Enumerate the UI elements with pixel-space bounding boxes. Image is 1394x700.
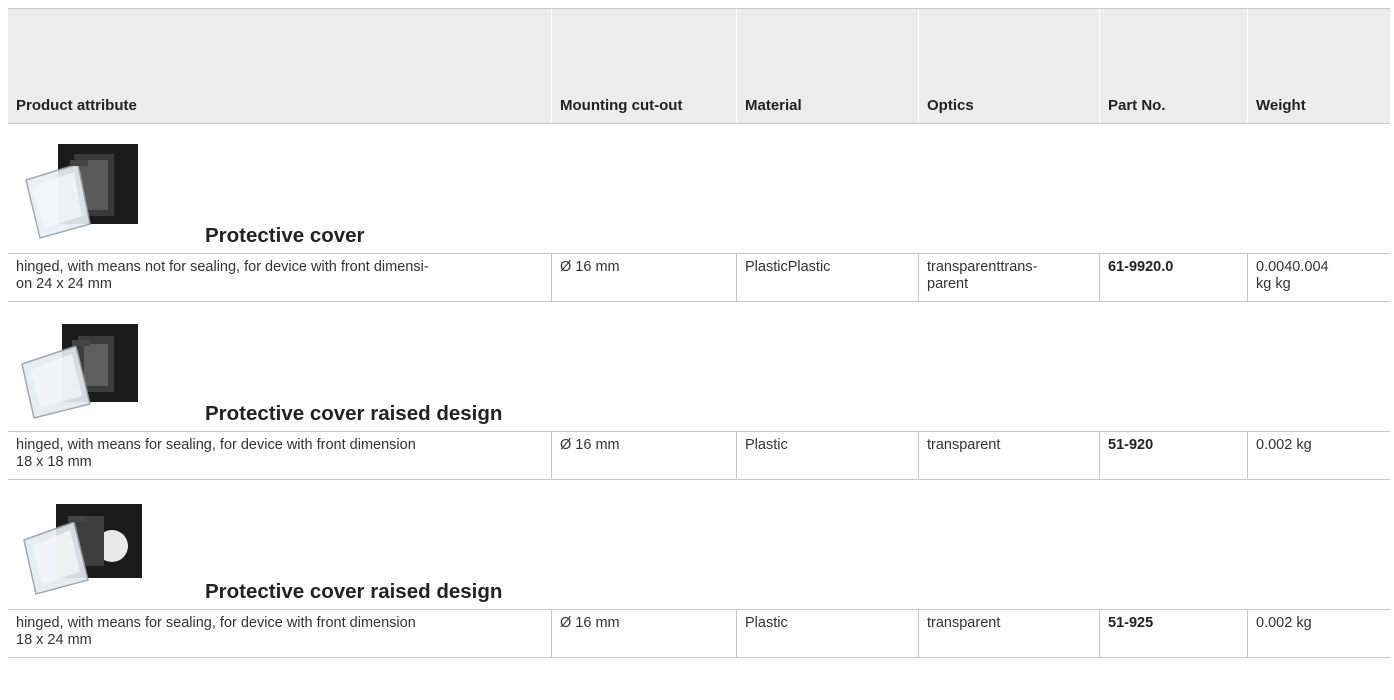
cell-product-attribute: hinged, with means for sealing, for devi… xyxy=(16,615,416,648)
product-banner: Protective cover raised design xyxy=(8,302,1390,431)
cell-product-attribute: hinged, with means for sealing, for devi… xyxy=(16,437,416,470)
cell-part-no: 51-920 xyxy=(1099,432,1247,479)
cell-weight: 0.0040.004 kg kg xyxy=(1247,254,1390,301)
protective-cover-image xyxy=(25,144,138,239)
table-header: Product attribute Mounting cut-out Mater… xyxy=(8,8,1390,124)
header-mounting-cutout: Mounting cut-out xyxy=(551,9,736,123)
cell-material: Plastic xyxy=(736,610,918,657)
cell-weight: 0.002 kg xyxy=(1247,610,1390,657)
product-title: Protective cover xyxy=(205,224,365,247)
cell-optics: transparent xyxy=(918,610,1099,657)
cell-part-no: 51-925 xyxy=(1099,610,1247,657)
table-row: hinged, with means not for sealing, for … xyxy=(8,253,1390,301)
product-section: Protective cover raised design hinged, w… xyxy=(8,480,1390,658)
header-product-attribute: Product attribute xyxy=(16,97,137,114)
cell-mounting-cutout: Ø 16 mm xyxy=(551,432,736,479)
header-material: Material xyxy=(736,9,918,123)
product-section: Protective cover hinged, with means not … xyxy=(8,124,1390,302)
cell-product-attribute: hinged, with means not for sealing, for … xyxy=(16,259,429,292)
product-title: Protective cover raised design xyxy=(205,402,503,425)
cell-weight: 0.002 kg xyxy=(1247,432,1390,479)
header-weight: Weight xyxy=(1247,9,1390,123)
product-title: Protective cover raised design xyxy=(205,580,503,603)
cell-mounting-cutout: Ø 16 mm xyxy=(551,254,736,301)
cell-optics: transparent xyxy=(918,432,1099,479)
cell-mounting-cutout: Ø 16 mm xyxy=(551,610,736,657)
cell-material: Plastic xyxy=(736,432,918,479)
product-section: Protective cover raised design hinged, w… xyxy=(8,302,1390,480)
header-optics: Optics xyxy=(918,9,1099,123)
protective-cover-raised-image xyxy=(23,504,142,595)
protective-cover-raised-image xyxy=(21,324,138,419)
table-row: hinged, with means for sealing, for devi… xyxy=(8,609,1390,657)
header-part-no: Part No. xyxy=(1099,9,1247,123)
cell-optics: transparenttrans- parent xyxy=(918,254,1099,301)
product-banner: Protective cover xyxy=(8,124,1390,253)
cell-part-no: 61-9920.0 xyxy=(1099,254,1247,301)
product-table: Product attribute Mounting cut-out Mater… xyxy=(8,8,1390,658)
table-row: hinged, with means for sealing, for devi… xyxy=(8,431,1390,479)
product-banner: Protective cover raised design xyxy=(8,480,1390,609)
cell-material: PlasticPlastic xyxy=(736,254,918,301)
